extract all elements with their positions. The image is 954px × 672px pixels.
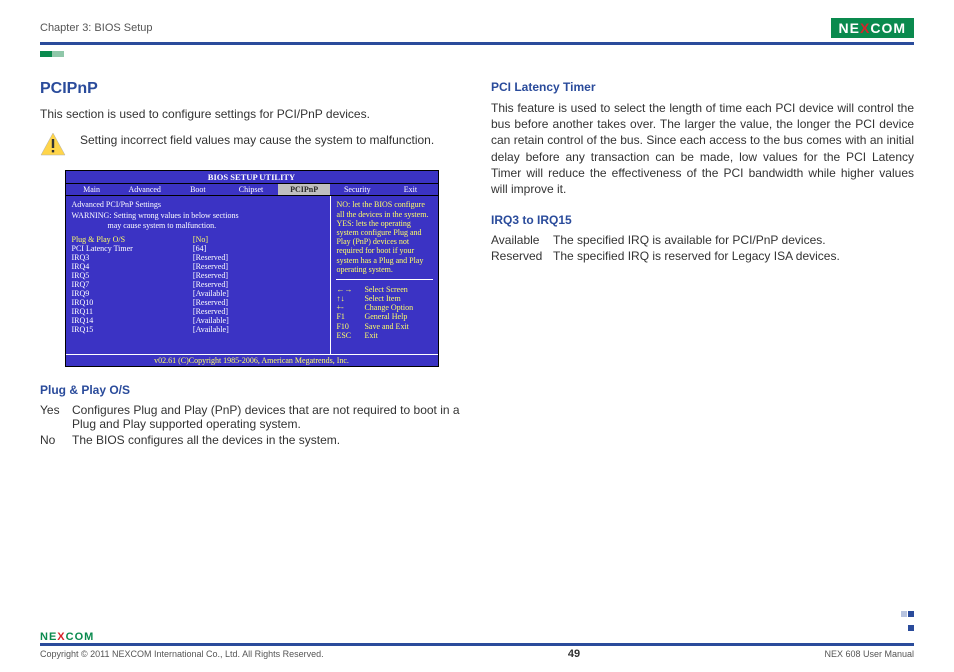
bios-row: IRQ3[Reserved] — [72, 253, 325, 262]
irq-list: Available The specified IRQ is available… — [491, 233, 914, 263]
bios-menu-main: Main — [66, 184, 119, 195]
chapter-label: Chapter 3: BIOS Setup — [40, 22, 153, 34]
intro-text: This section is used to configure settin… — [40, 106, 463, 122]
irq-head: IRQ3 to IRQ15 — [491, 213, 914, 227]
footer-page: 49 — [324, 648, 825, 660]
warning-text: Setting incorrect field values may cause… — [80, 132, 463, 148]
irq-avail-val: The specified IRQ is available for PCI/P… — [553, 233, 826, 247]
plugplay-head: Plug & Play O/S — [40, 383, 463, 397]
bios-section-header: Advanced PCI/PnP Settings — [72, 200, 325, 209]
bios-help-text: NO: let the BIOS configure all the devic… — [336, 200, 432, 274]
pnp-yes-val: Configures Plug and Play (PnP) devices t… — [72, 403, 463, 431]
pnp-yes-key: Yes — [40, 403, 66, 431]
footer-decor — [901, 606, 914, 634]
bios-row: IRQ9[Available] — [72, 289, 325, 298]
bios-row: IRQ14[Available] — [72, 316, 325, 325]
bios-left-pane: Advanced PCI/PnP Settings WARNING: Setti… — [66, 196, 332, 354]
bios-row: IRQ11[Reserved] — [72, 307, 325, 316]
bios-menu-advanced: Advanced — [119, 184, 172, 195]
bios-row: PCI Latency Timer[64] — [72, 244, 325, 253]
left-column: PCIPnP This section is used to configure… — [40, 80, 463, 449]
bios-footer: v02.61 (C)Copyright 1985-2006, American … — [66, 354, 438, 366]
footer-logo: NEXCOM — [40, 631, 914, 643]
bios-row: IRQ5[Reserved] — [72, 271, 325, 280]
irq-res-val: The specified IRQ is reserved for Legacy… — [553, 249, 840, 263]
section-title: PCIPnP — [40, 80, 463, 98]
bios-menu-boot: Boot — [172, 184, 225, 195]
footer-manual: NEX 608 User Manual — [824, 649, 914, 659]
footer-rule — [40, 643, 914, 646]
pnp-no-key: No — [40, 433, 66, 447]
bios-screenshot: BIOS SETUP UTILITY MainAdvancedBootChips… — [65, 170, 439, 367]
footer-copyright: Copyright © 2011 NEXCOM International Co… — [40, 649, 324, 659]
bios-row: IRQ7[Reserved] — [72, 280, 325, 289]
bios-row: IRQ4[Reserved] — [72, 262, 325, 271]
page-header: Chapter 3: BIOS Setup NEXCOM — [40, 18, 914, 38]
bios-row: IRQ10[Reserved] — [72, 298, 325, 307]
pnp-no-val: The BIOS configures all the devices in t… — [72, 433, 340, 447]
bios-row: IRQ15[Available] — [72, 325, 325, 334]
header-rule — [40, 42, 914, 45]
bios-menu: MainAdvancedBootChipsetPCIPnPSecurityExi… — [66, 184, 438, 196]
right-column: PCI Latency Timer This feature is used t… — [491, 80, 914, 449]
bios-menu-security: Security — [331, 184, 384, 195]
bios-menu-pcipnp: PCIPnP — [278, 184, 331, 195]
bios-help-row: ↑↓Select Item — [336, 294, 432, 303]
bios-title: BIOS SETUP UTILITY — [66, 171, 438, 184]
bios-help-row: +-Change Option — [336, 303, 432, 312]
plugplay-list: Yes Configures Plug and Play (PnP) devic… — [40, 403, 463, 447]
bios-menu-chipset: Chipset — [225, 184, 278, 195]
bios-help-row: ESCExit — [336, 331, 432, 340]
warning-icon — [40, 132, 66, 156]
irq-res-key: Reserved — [491, 249, 547, 263]
bios-help-row: F10Save and Exit — [336, 322, 432, 331]
bios-warning: WARNING: Setting wrong values in below s… — [72, 211, 325, 229]
irq-avail-key: Available — [491, 233, 547, 247]
bios-help-row: ←→Select Screen — [336, 285, 432, 294]
warning-block: Setting incorrect field values may cause… — [40, 132, 463, 156]
plt-body: This feature is used to select the lengt… — [491, 100, 914, 197]
plt-head: PCI Latency Timer — [491, 80, 914, 94]
page-footer: NEXCOM Copyright © 2011 NEXCOM Internati… — [40, 631, 914, 660]
header-colorbar — [40, 46, 76, 52]
bios-right-pane: NO: let the BIOS configure all the devic… — [331, 196, 437, 354]
bios-row: Plug & Play O/S[No] — [72, 235, 325, 244]
bios-menu-exit: Exit — [384, 184, 437, 195]
brand-logo: NEXCOM — [831, 18, 914, 38]
bios-help-row: F1General Help — [336, 312, 432, 321]
